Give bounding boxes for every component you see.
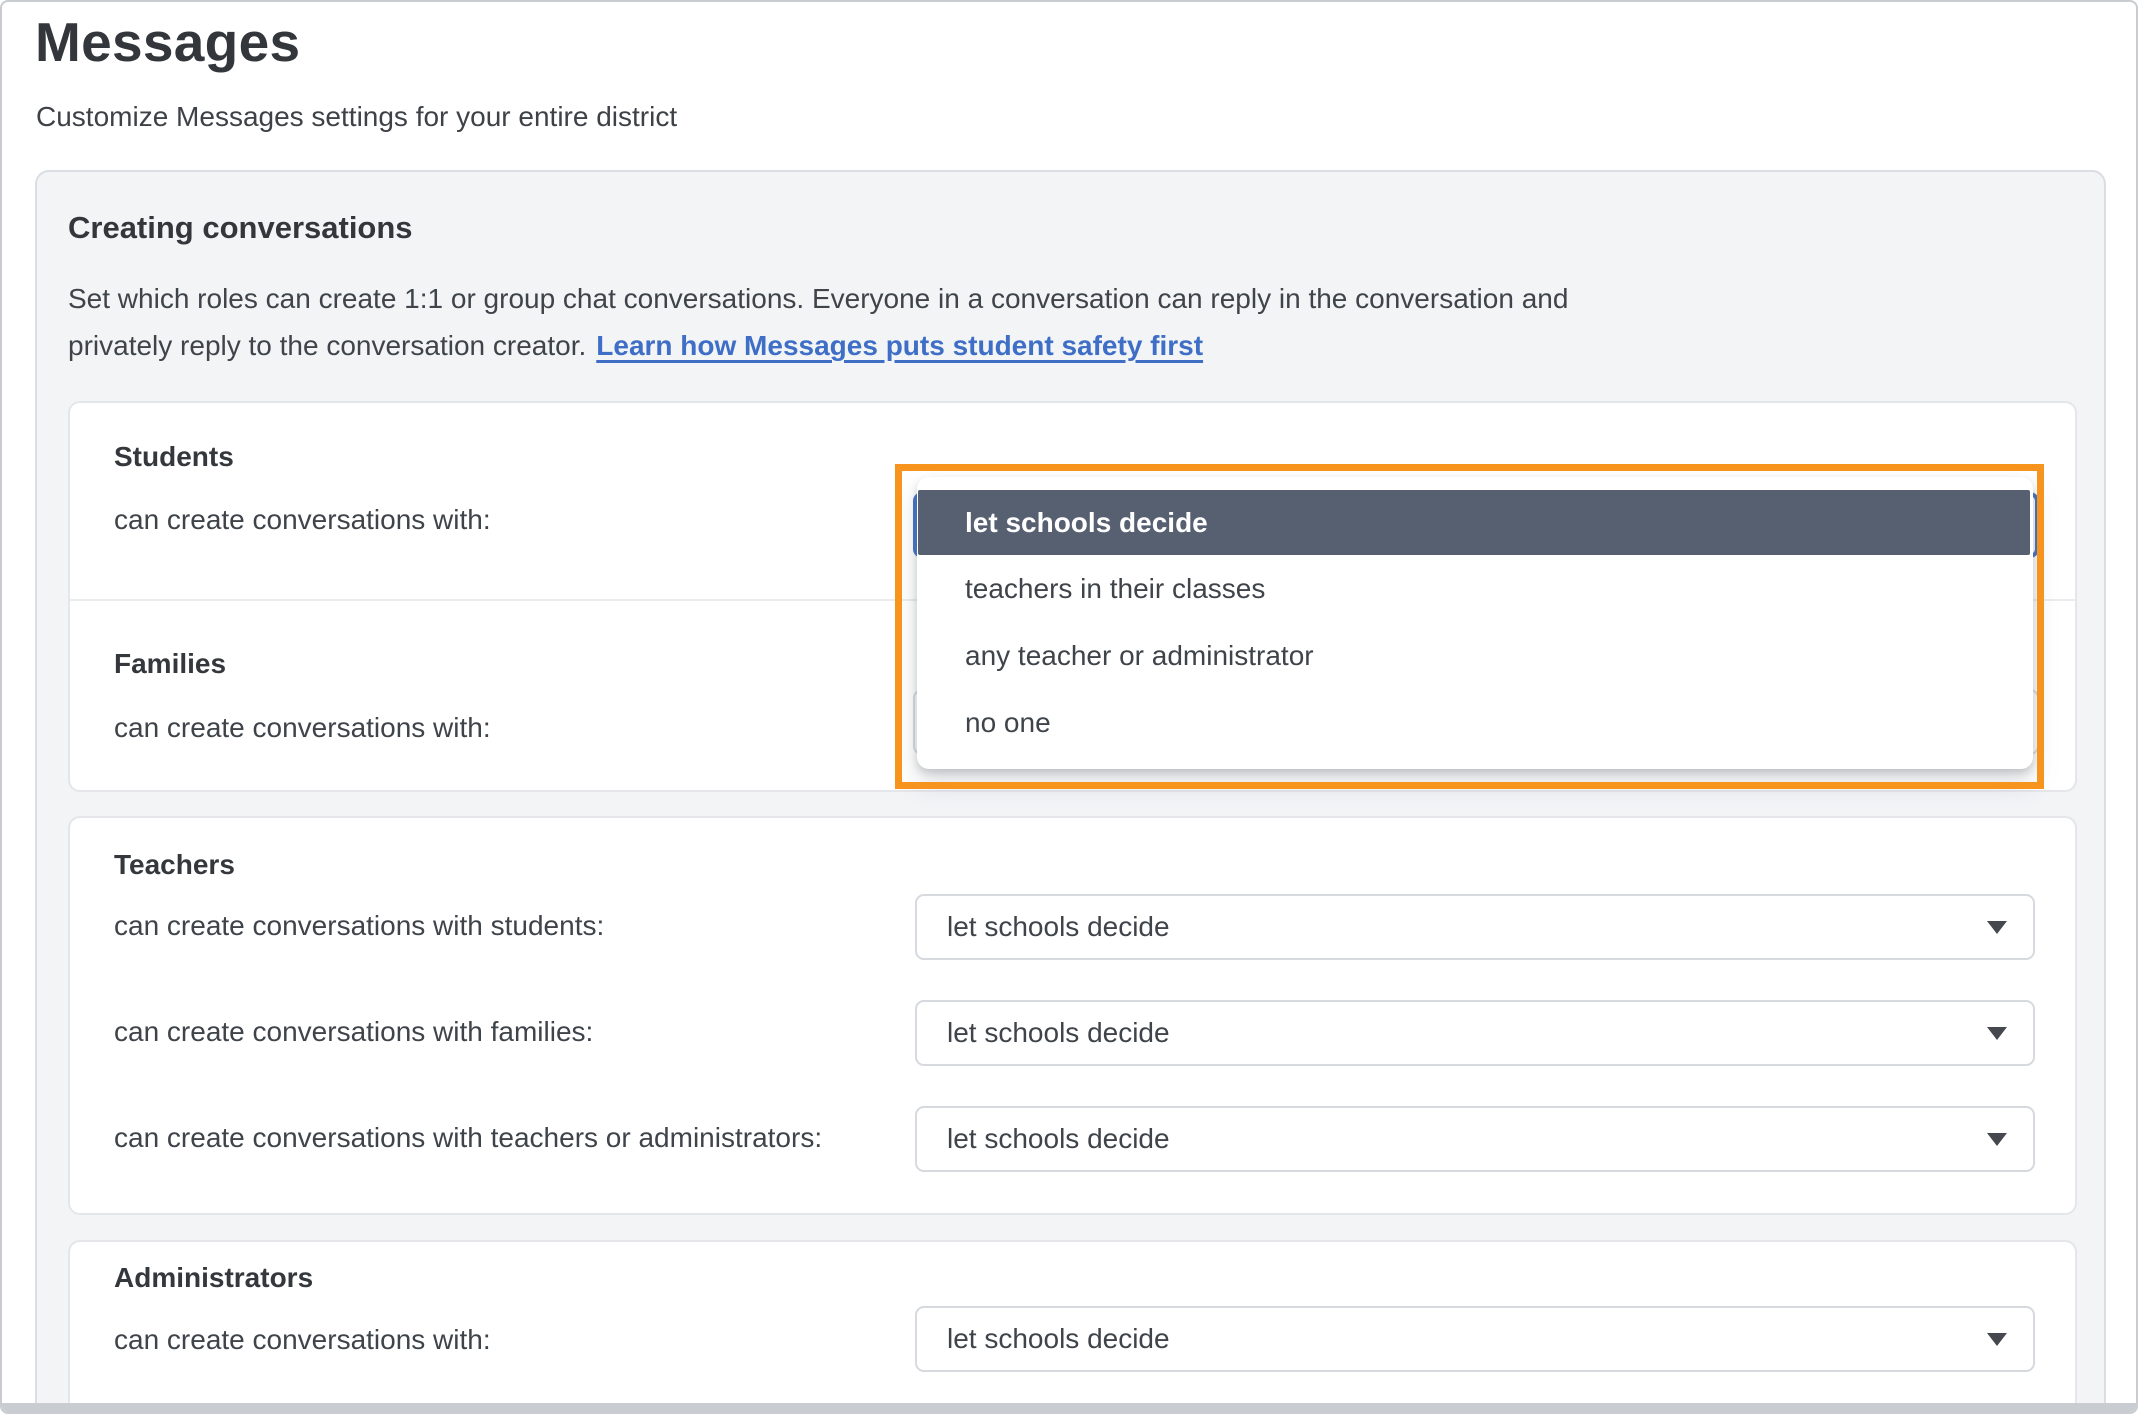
student-safety-link[interactable]: Learn how Messages puts student safety f… bbox=[596, 330, 1203, 361]
section-heading: Creating conversations bbox=[68, 210, 413, 246]
section-description-line1: Set which roles can create 1:1 or group … bbox=[68, 283, 1568, 314]
teachers-admins-row-label: can create conversations with teachers o… bbox=[114, 1122, 822, 1154]
role-title-students: Students bbox=[114, 441, 234, 473]
administrators-row-label: can create conversations with: bbox=[114, 1324, 491, 1356]
teachers-with-families-select[interactable]: let schools decide bbox=[915, 1000, 2035, 1066]
teachers-with-teachers-admins-select[interactable]: let schools decide bbox=[915, 1106, 2035, 1172]
creating-conversations-section: Creating conversations Set which roles c… bbox=[35, 170, 2106, 1414]
role-title-administrators: Administrators bbox=[114, 1262, 313, 1294]
caret-down-icon bbox=[1987, 1333, 2007, 1346]
select-value: let schools decide bbox=[947, 911, 1170, 943]
section-description-line2: privately reply to the conversation crea… bbox=[68, 330, 586, 361]
window-bottom-edge bbox=[2, 1403, 2136, 1412]
page-subtitle: Customize Messages settings for your ent… bbox=[36, 101, 677, 133]
page-title: Messages bbox=[35, 10, 300, 74]
section-description: Set which roles can create 1:1 or group … bbox=[68, 275, 1568, 369]
messages-settings-page: Messages Customize Messages settings for… bbox=[0, 0, 2138, 1414]
teachers-students-row-label: can create conversations with students: bbox=[114, 910, 604, 942]
role-title-families: Families bbox=[114, 648, 226, 680]
caret-down-icon bbox=[1987, 1133, 2007, 1146]
administrators-card: Administrators can create conversations … bbox=[68, 1240, 2077, 1408]
select-value: let schools decide bbox=[947, 1017, 1170, 1049]
administrators-select[interactable]: let schools decide bbox=[915, 1306, 2035, 1372]
highlight-box bbox=[895, 464, 2044, 789]
teachers-families-row-label: can create conversations with families: bbox=[114, 1016, 593, 1048]
teachers-card: Teachers can create conversations with s… bbox=[68, 816, 2077, 1215]
select-value: let schools decide bbox=[947, 1123, 1170, 1155]
caret-down-icon bbox=[1987, 1027, 2007, 1040]
select-value: let schools decide bbox=[947, 1323, 1170, 1355]
students-row-label: can create conversations with: bbox=[114, 504, 491, 536]
role-title-teachers: Teachers bbox=[114, 849, 235, 881]
teachers-with-students-select[interactable]: let schools decide bbox=[915, 894, 2035, 960]
caret-down-icon bbox=[1987, 921, 2007, 934]
families-row-label: can create conversations with: bbox=[114, 712, 491, 744]
